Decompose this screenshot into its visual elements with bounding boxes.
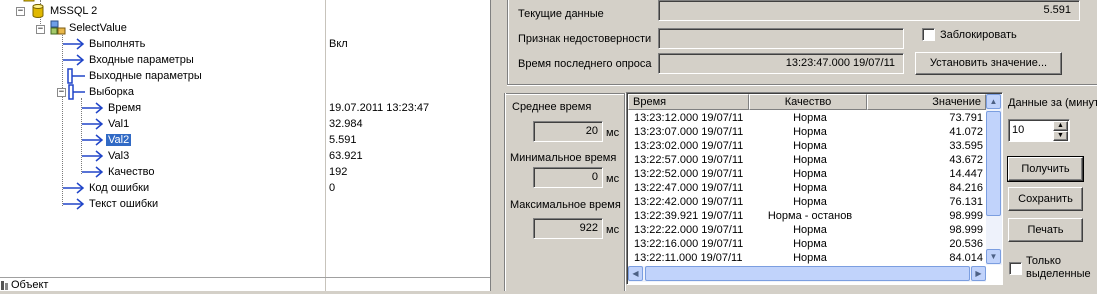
only-selected-checkbox[interactable] bbox=[1009, 262, 1022, 275]
table-row[interactable]: 13:22:47.000 19/07/11 Норма 84.216 bbox=[630, 181, 987, 195]
avg-time-field: 20 bbox=[533, 121, 603, 142]
tree-value: 19.07.2011 13:23:47 bbox=[329, 102, 430, 114]
table-row[interactable]: 13:23:12.000 19/07/11 Норма 73.791 bbox=[630, 111, 987, 125]
scroll-up-icon[interactable]: ▲ bbox=[986, 94, 1001, 109]
min-time-field: 0 bbox=[533, 167, 603, 188]
period-label: Данные за (минут bbox=[1008, 97, 1097, 109]
set-value-button[interactable]: Установить значение... bbox=[915, 52, 1062, 75]
tree-item-val2-selected[interactable]: Val2 bbox=[106, 132, 132, 148]
tree-value: 32.984 bbox=[329, 118, 363, 130]
vertical-scrollbar[interactable]: ▲ ▼ bbox=[986, 94, 1002, 265]
collapse-toggle-icon[interactable]: − bbox=[16, 7, 25, 16]
tree-item-error-text[interactable]: Текст ошибки bbox=[87, 196, 160, 212]
current-data-label: Текущие данные bbox=[518, 8, 604, 20]
group-frame bbox=[507, 84, 1097, 86]
spin-down-icon[interactable]: ▼ bbox=[1053, 131, 1068, 141]
tree-item-input-params[interactable]: Входные параметры bbox=[87, 52, 196, 68]
period-value: 10 bbox=[1012, 124, 1025, 136]
avg-time-value: 20 bbox=[585, 125, 598, 137]
column-header-quality[interactable]: Качество bbox=[749, 94, 867, 110]
max-time-unit: мс bbox=[606, 224, 620, 236]
scroll-left-icon[interactable]: ◀ bbox=[628, 266, 643, 281]
grid-header: Время Качество Значение bbox=[628, 94, 986, 110]
object-icon bbox=[0, 279, 10, 294]
table-row[interactable]: 13:22:57.000 19/07/11 Норма 43.672 bbox=[630, 153, 987, 167]
collapse-toggle-icon[interactable]: − bbox=[57, 88, 66, 97]
column-header-time[interactable]: Время bbox=[628, 94, 749, 110]
column-divider bbox=[325, 0, 326, 291]
get-button[interactable]: Получить bbox=[1007, 156, 1084, 182]
last-poll-field: 13:23:47.000 19/07/11 bbox=[658, 53, 904, 74]
tree-item-val3[interactable]: Val3 bbox=[106, 148, 131, 164]
last-poll-label: Время последнего опроса bbox=[518, 58, 652, 70]
min-time-unit: мс bbox=[606, 173, 620, 185]
group-frame bbox=[504, 93, 626, 95]
min-time-label: Минимальное время bbox=[510, 152, 617, 164]
splitter[interactable] bbox=[490, 0, 498, 291]
scroll-right-icon[interactable]: ▶ bbox=[971, 266, 986, 281]
only-selected-label: Только выделенные bbox=[1026, 255, 1091, 280]
tree-item-label: MSSQL 2 bbox=[50, 5, 98, 17]
unreliable-label: Признак недостоверности bbox=[518, 33, 652, 45]
tree-value: 5.591 bbox=[329, 134, 357, 146]
table-row[interactable]: 13:23:07.000 19/07/11 Норма 41.072 bbox=[630, 125, 987, 139]
print-button[interactable]: Печать bbox=[1008, 218, 1083, 242]
group-frame bbox=[504, 93, 506, 291]
max-time-label: Максимальное время bbox=[510, 199, 621, 211]
tree-value: 0 bbox=[329, 182, 336, 194]
lock-label: Заблокировать bbox=[940, 29, 1017, 41]
collapse-toggle-icon[interactable]: − bbox=[36, 25, 45, 34]
table-row[interactable]: 13:22:16.000 19/07/11 Норма 20.536 bbox=[630, 237, 987, 251]
table-row[interactable]: 13:23:02.000 19/07/11 Норма 33.595 bbox=[630, 139, 987, 153]
divider bbox=[0, 277, 498, 278]
tree-value: 192 bbox=[329, 166, 348, 178]
tree-item-error-code[interactable]: Код ошибки bbox=[87, 180, 151, 196]
tree-item-selectvalue[interactable]: SelectValue bbox=[67, 20, 129, 36]
current-data-field: 5.591 bbox=[658, 0, 1080, 21]
avg-time-unit: мс bbox=[606, 127, 620, 139]
min-time-value: 0 bbox=[591, 171, 598, 183]
arrow-node-icon bbox=[63, 196, 87, 215]
table-row[interactable]: 13:22:42.000 19/07/11 Норма 76.131 bbox=[630, 195, 987, 209]
save-button[interactable]: Сохранить bbox=[1008, 187, 1083, 211]
lock-checkbox[interactable] bbox=[922, 28, 935, 41]
horizontal-scrollbar[interactable]: ◀ ▶ bbox=[628, 266, 986, 282]
scroll-thumb[interactable] bbox=[645, 266, 970, 281]
group-frame bbox=[507, 0, 509, 84]
tree-item-time[interactable]: Время bbox=[106, 100, 143, 116]
table-row[interactable]: 13:22:22.000 19/07/11 Норма 98.999 bbox=[630, 223, 987, 237]
tree-item-execute[interactable]: Выполнять bbox=[87, 36, 147, 52]
max-time-field: 922 bbox=[533, 218, 603, 239]
tree-panel: − MSSQL 2 − SelectValue Выполнять Вкл Вх… bbox=[0, 0, 498, 291]
database-icon bbox=[31, 3, 45, 22]
period-spinner[interactable]: 10 ▲ ▼ bbox=[1008, 119, 1070, 142]
tree-item-sample[interactable]: Выборка bbox=[87, 84, 136, 100]
table-row[interactable]: 13:22:11.000 19/07/11 Норма 84.014 bbox=[630, 251, 987, 265]
column-header-value[interactable]: Значение bbox=[867, 94, 986, 110]
tree-item-quality[interactable]: Качество bbox=[106, 164, 157, 180]
max-time-value: 922 bbox=[579, 222, 598, 234]
avg-time-label: Среднее время bbox=[512, 101, 592, 113]
scroll-thumb[interactable] bbox=[986, 111, 1001, 216]
current-data-value: 5.591 bbox=[1043, 4, 1071, 16]
spin-up-icon[interactable]: ▲ bbox=[1053, 121, 1068, 131]
details-panel: Текущие данные 5.591 Признак недостоверн… bbox=[498, 0, 1097, 291]
tree-item-output-params[interactable]: Выходные параметры bbox=[87, 68, 204, 84]
table-row[interactable]: 13:22:39.921 19/07/11 Норма - останов 98.9… bbox=[630, 209, 987, 223]
tree-item-server[interactable]: MSSQL 2 bbox=[48, 3, 99, 19]
table-row[interactable]: 13:22:52.000 19/07/11 Норма 14.447 bbox=[630, 167, 987, 181]
tree-item-val1[interactable]: Val1 bbox=[106, 116, 131, 132]
tree-item-label: SelectValue bbox=[69, 22, 127, 34]
scroll-down-icon[interactable]: ▼ bbox=[986, 249, 1001, 264]
tree-value: Вкл bbox=[329, 38, 348, 50]
last-poll-value: 13:23:47.000 19/07/11 bbox=[785, 57, 895, 69]
tree-value: 63.921 bbox=[329, 150, 363, 162]
unreliable-field bbox=[658, 28, 904, 49]
